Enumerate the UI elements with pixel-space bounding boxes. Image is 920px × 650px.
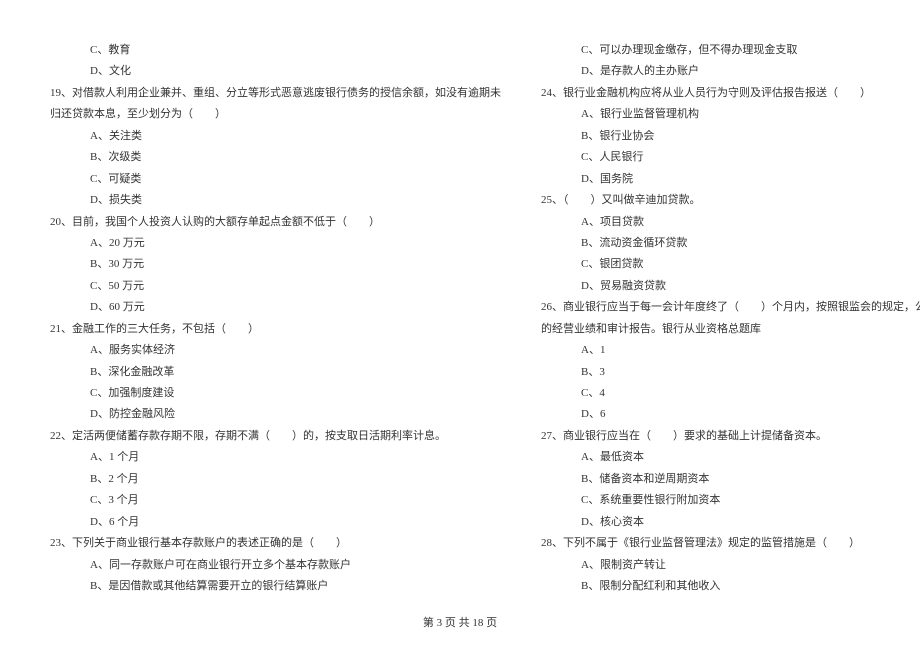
q21-option-d: D、防控金融风险 — [50, 404, 501, 425]
q25-option-d: D、贸易融资贷款 — [541, 276, 920, 297]
q24-option-a: A、银行业监督管理机构 — [541, 104, 920, 125]
q20-option-c: C、50 万元 — [50, 276, 501, 297]
q22-option-a: A、1 个月 — [50, 447, 501, 468]
q26-option-a: A、1 — [541, 340, 920, 361]
q26-text-line2: 的经营业绩和审计报告。银行从业资格总题库 — [541, 319, 920, 340]
q22-option-c: C、3 个月 — [50, 490, 501, 511]
q19-option-c: C、可疑类 — [50, 169, 501, 190]
page-footer: 第 3 页 共 18 页 — [0, 614, 920, 630]
q27-option-c: C、系统重要性银行附加资本 — [541, 490, 920, 511]
q19-text-line1: 19、对借款人利用企业兼并、重组、分立等形式恶意逃废银行债务的授信余额，如没有逾… — [50, 83, 501, 104]
right-column: C、可以办理现金缴存，但不得办理现金支取 D、是存款人的主办账户 24、银行业金… — [541, 40, 920, 600]
q26-option-c: C、4 — [541, 383, 920, 404]
two-column-layout: C、教育 D、文化 19、对借款人利用企业兼并、重组、分立等形式恶意逃废银行债务… — [50, 40, 870, 600]
q19-option-b: B、次级类 — [50, 147, 501, 168]
q24-option-c: C、人民银行 — [541, 147, 920, 168]
q27-option-a: A、最低资本 — [541, 447, 920, 468]
q28-option-a: A、限制资产转让 — [541, 555, 920, 576]
q25-text: 25、（ ）又叫做辛迪加贷款。 — [541, 190, 920, 211]
q19-text-line2: 归还贷款本息，至少划分为（ ） — [50, 104, 501, 125]
q22-option-b: B、2 个月 — [50, 469, 501, 490]
q21-text: 21、金融工作的三大任务，不包括（ ） — [50, 319, 501, 340]
q20-option-a: A、20 万元 — [50, 233, 501, 254]
q20-option-b: B、30 万元 — [50, 254, 501, 275]
q28-option-b: B、限制分配红利和其他收入 — [541, 576, 920, 597]
q18-option-d: D、文化 — [50, 61, 501, 82]
q25-option-c: C、银团贷款 — [541, 254, 920, 275]
q24-text: 24、银行业金融机构应将从业人员行为守则及评估报告报送（ ） — [541, 83, 920, 104]
q21-option-c: C、加强制度建设 — [50, 383, 501, 404]
q24-option-d: D、国务院 — [541, 169, 920, 190]
q21-option-a: A、服务实体经济 — [50, 340, 501, 361]
q27-option-b: B、储备资本和逆周期资本 — [541, 469, 920, 490]
q26-option-d: D、6 — [541, 404, 920, 425]
q25-option-b: B、流动资金循环贷款 — [541, 233, 920, 254]
q27-option-d: D、核心资本 — [541, 512, 920, 533]
q21-option-b: B、深化金融改革 — [50, 362, 501, 383]
q23-option-b: B、是因借款或其他结算需要开立的银行结算账户 — [50, 576, 501, 597]
q20-option-d: D、60 万元 — [50, 297, 501, 318]
q23-option-c: C、可以办理现金缴存，但不得办理现金支取 — [541, 40, 920, 61]
q25-option-a: A、项目贷款 — [541, 212, 920, 233]
q24-option-b: B、银行业协会 — [541, 126, 920, 147]
left-column: C、教育 D、文化 19、对借款人利用企业兼并、重组、分立等形式恶意逃废银行债务… — [50, 40, 501, 600]
q23-option-a: A、同一存款账户可在商业银行开立多个基本存款账户 — [50, 555, 501, 576]
q26-text-line1: 26、商业银行应当于每一会计年度终了（ ）个月内，按照银监会的规定，公布其上一年… — [541, 297, 920, 318]
q27-text: 27、商业银行应当在（ ）要求的基础上计提储备资本。 — [541, 426, 920, 447]
q19-option-d: D、损失类 — [50, 190, 501, 211]
q18-option-c: C、教育 — [50, 40, 501, 61]
q22-option-d: D、6 个月 — [50, 512, 501, 533]
q22-text: 22、定活两便储蓄存款存期不限，存期不满（ ）的，按支取日活期利率计息。 — [50, 426, 501, 447]
q28-text: 28、下列不属于《银行业监督管理法》规定的监管措施是（ ） — [541, 533, 920, 554]
q20-text: 20、目前，我国个人投资人认购的大额存单起点金额不低于（ ） — [50, 212, 501, 233]
q23-option-d: D、是存款人的主办账户 — [541, 61, 920, 82]
q23-text: 23、下列关于商业银行基本存款账户的表述正确的是（ ） — [50, 533, 501, 554]
q26-option-b: B、3 — [541, 362, 920, 383]
q19-option-a: A、关注类 — [50, 126, 501, 147]
